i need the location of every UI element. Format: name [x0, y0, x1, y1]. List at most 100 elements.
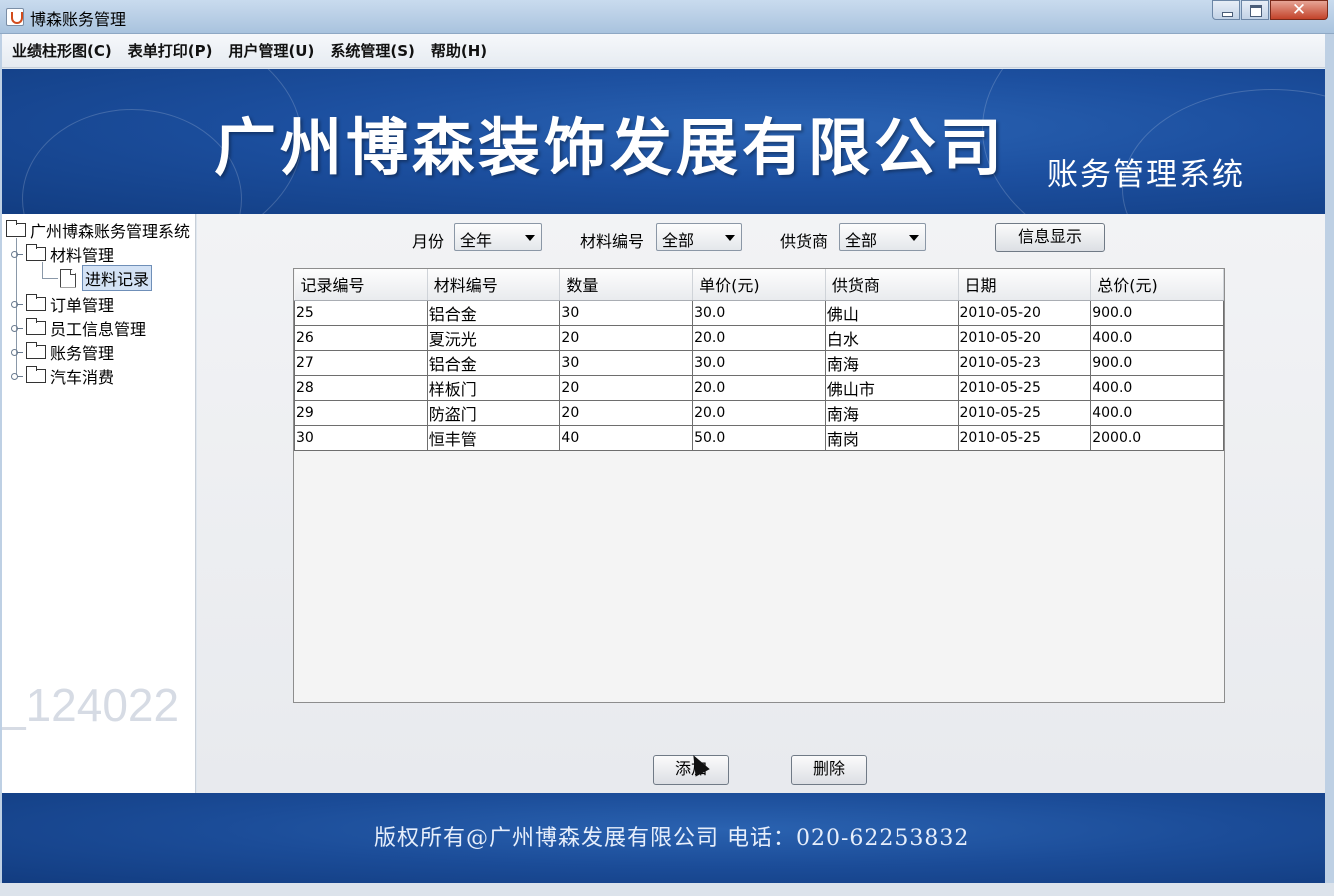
tree-item-order[interactable]: 订单管理	[11, 292, 114, 316]
table-cell[interactable]: 夏沅光	[426, 324, 561, 351]
expand-handle-icon[interactable]	[11, 248, 23, 260]
expand-handle-icon[interactable]	[11, 298, 23, 310]
table-cell[interactable]: 佛山市	[824, 374, 959, 401]
table-cell[interactable]: 28	[294, 374, 428, 401]
folder-icon	[26, 366, 46, 383]
table-row[interactable]: 28 样板门 20 20.0 佛山市 2010-05-25 400.0	[294, 374, 1224, 401]
table-row[interactable]: 29 防盗门 20 20.0 南海 2010-05-25 400.0	[294, 399, 1224, 426]
tree-root-label: 广州博森账务管理系统	[30, 222, 191, 241]
table-cell[interactable]: 铝合金	[426, 349, 561, 376]
table-cell[interactable]: 2010-05-20	[957, 324, 1092, 351]
table-cell[interactable]: 20	[559, 399, 694, 426]
table-cell[interactable]: 26	[294, 324, 428, 351]
show-info-button[interactable]: 信息显示	[995, 223, 1105, 252]
table-cell[interactable]: 2010-05-23	[957, 349, 1092, 376]
tree-item-label: 材料管理	[50, 246, 115, 265]
menu-help[interactable]: 帮助(H)	[423, 40, 495, 61]
banner-company-name: 广州博森装饰发展有限公司	[214, 111, 1007, 184]
material-code-select[interactable]: 全部	[656, 223, 742, 251]
tree-guide-line	[42, 278, 58, 279]
table-cell[interactable]: 25	[294, 299, 428, 326]
table-cell[interactable]: 20.0	[692, 399, 826, 426]
main-panel: 月份 全年 材料编号 全部 供货商 全部 信息显示 记录编号 材料编号 数量 单…	[197, 214, 1325, 793]
table-row[interactable]: 30 恒丰管 40 50.0 南岗 2010-05-25 2000.0	[294, 424, 1224, 451]
tree-item-label: 订单管理	[50, 296, 115, 315]
table-cell[interactable]: 2010-05-25	[957, 399, 1092, 426]
expand-handle-icon[interactable]	[11, 322, 23, 334]
table-cell[interactable]: 900.0	[1090, 299, 1224, 326]
table-cell[interactable]: 20.0	[692, 324, 826, 351]
watermark-text: _124022	[2, 679, 180, 731]
table-cell[interactable]: 防盗门	[426, 399, 561, 426]
table-cell[interactable]: 900.0	[1090, 349, 1224, 376]
month-label: 月份	[412, 232, 445, 251]
table-cell[interactable]: 27	[294, 349, 428, 376]
table-cell[interactable]: 30.0	[692, 349, 826, 376]
table-cell[interactable]: 50.0	[692, 424, 826, 451]
column-header[interactable]: 记录编号	[294, 269, 428, 301]
menu-user-management[interactable]: 用户管理(U)	[220, 40, 322, 61]
table-cell[interactable]: 20	[559, 324, 694, 351]
table-cell[interactable]: 2010-05-20	[957, 299, 1092, 326]
tree-item-account[interactable]: 账务管理	[11, 340, 114, 364]
supplier-select-value: 全部	[845, 231, 878, 250]
menu-form-print[interactable]: 表单打印(P)	[120, 40, 221, 61]
table-cell[interactable]: 400.0	[1090, 399, 1224, 426]
table-cell[interactable]: 400.0	[1090, 374, 1224, 401]
minimize-button[interactable]	[1212, 0, 1240, 20]
table-cell[interactable]: 30	[559, 349, 694, 376]
window-right-border	[1325, 34, 1334, 884]
table-row[interactable]: 27 铝合金 30 30.0 南海 2010-05-23 900.0	[294, 349, 1224, 376]
tree-item-car[interactable]: 汽车消费	[11, 364, 114, 388]
tree-item-label: 汽车消费	[50, 368, 115, 387]
table-cell[interactable]: 20.0	[692, 374, 826, 401]
delete-button[interactable]: 删除	[791, 755, 867, 785]
expand-handle-icon[interactable]	[11, 370, 23, 382]
material-code-select-value: 全部	[662, 231, 695, 250]
table-cell[interactable]: 30	[294, 424, 428, 451]
column-header[interactable]: 供货商	[825, 269, 959, 301]
table-cell[interactable]: 南岗	[824, 424, 959, 451]
dropdown-arrow-icon	[909, 235, 919, 241]
table-cell[interactable]: 铝合金	[426, 299, 561, 326]
table-cell[interactable]: 400.0	[1090, 324, 1224, 351]
table-cell[interactable]: 30.0	[692, 299, 826, 326]
column-header[interactable]: 数量	[559, 269, 694, 301]
navigation-tree: 广州博森账务管理系统 材料管理 进料记录 订单管理 员工信息管理 账务管理 汽车…	[2, 214, 196, 793]
tree-root[interactable]: 广州博森账务管理系统	[6, 218, 190, 242]
table-cell[interactable]: 2000.0	[1090, 424, 1224, 451]
tree-item-employee[interactable]: 员工信息管理	[11, 316, 146, 340]
table-cell[interactable]: 白水	[824, 324, 959, 351]
window-titlebar: 博森账务管理 ✕	[0, 0, 1334, 34]
folder-icon	[26, 318, 46, 335]
expand-handle-icon[interactable]	[11, 346, 23, 358]
table-row[interactable]: 25 铝合金 30 30.0 佛山 2010-05-20 900.0	[294, 299, 1224, 326]
tree-item-label: 账务管理	[50, 344, 115, 363]
table-cell[interactable]: 恒丰管	[426, 424, 561, 451]
column-header[interactable]: 材料编号	[427, 269, 561, 301]
table-cell[interactable]: 29	[294, 399, 428, 426]
table-cell[interactable]: 南海	[824, 349, 959, 376]
column-header[interactable]: 日期	[958, 269, 1092, 301]
table-row[interactable]: 26 夏沅光 20 20.0 白水 2010-05-20 400.0	[294, 324, 1224, 351]
column-header[interactable]: 单价(元)	[692, 269, 826, 301]
table-cell[interactable]: 样板门	[426, 374, 561, 401]
table-cell[interactable]: 20	[559, 374, 694, 401]
supplier-select[interactable]: 全部	[839, 223, 926, 251]
menu-system-management[interactable]: 系统管理(S)	[322, 40, 423, 61]
close-button[interactable]: ✕	[1270, 0, 1328, 20]
table-cell[interactable]: 30	[559, 299, 694, 326]
dropdown-arrow-icon	[525, 235, 535, 241]
footer-copyright: 版权所有@广州博森发展有限公司 电话：020-62253832	[374, 826, 970, 851]
table-cell[interactable]: 2010-05-25	[957, 374, 1092, 401]
table-cell[interactable]: 40	[559, 424, 694, 451]
menu-performance-chart[interactable]: 业绩柱形图(C)	[2, 40, 120, 61]
month-select[interactable]: 全年	[454, 223, 542, 251]
tree-item-material[interactable]: 材料管理	[11, 242, 114, 266]
table-cell[interactable]: 佛山	[824, 299, 959, 326]
column-header[interactable]: 总价(元)	[1090, 269, 1224, 301]
table-cell[interactable]: 2010-05-25	[957, 424, 1092, 451]
tree-item-purchase-record[interactable]: 进料记录	[60, 265, 153, 291]
maximize-button[interactable]	[1241, 0, 1269, 20]
table-cell[interactable]: 南海	[824, 399, 959, 426]
